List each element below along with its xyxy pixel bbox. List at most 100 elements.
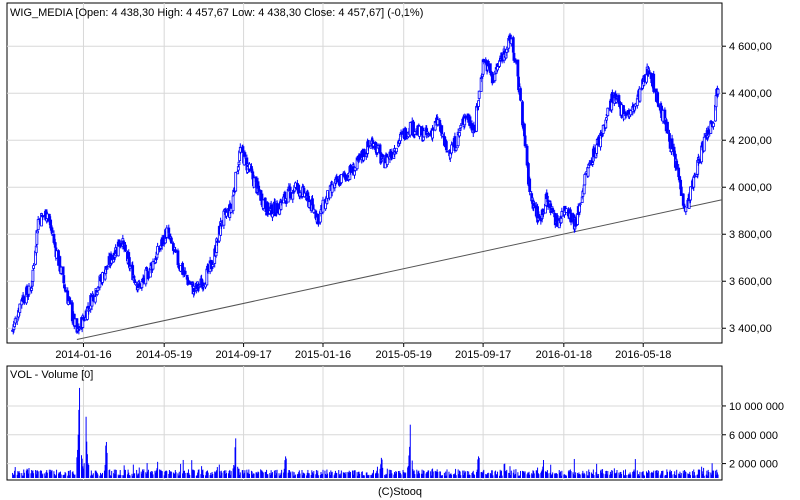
price-candle (559, 217, 563, 224)
price-candle (50, 227, 54, 233)
price-candle (231, 195, 235, 212)
price-candle (702, 136, 706, 152)
x-tick-label: 2016-05-18 (615, 349, 671, 361)
price-candle (87, 309, 91, 312)
price-candle (133, 279, 137, 284)
footer-credit: (C)Stooq (378, 486, 422, 498)
price-candle (62, 275, 66, 284)
price-candle (635, 98, 639, 106)
price-candle (243, 152, 247, 157)
price-candle (666, 121, 669, 134)
price-candle (550, 206, 554, 209)
price-candle (339, 174, 343, 184)
price-candle (605, 117, 608, 121)
price-candle (716, 88, 720, 95)
price-candle (638, 88, 642, 102)
price-candle (519, 88, 522, 101)
price-candle (521, 101, 524, 126)
x-tick-label: 2014-09-17 (215, 349, 271, 361)
price-candle (183, 270, 187, 275)
price-candle (254, 176, 258, 183)
volume-y-tick-label: 10 000 000 (729, 401, 784, 413)
x-tick-label: 2015-05-19 (376, 349, 432, 361)
price-candle (684, 206, 688, 213)
price-candle (394, 152, 398, 155)
volume-chart-title: VOL - Volume [0] (10, 369, 93, 381)
price-candle (477, 90, 481, 99)
price-candle (61, 266, 65, 275)
price-candle (477, 100, 480, 107)
price-chart-title: WIG_MEDIA [Open: 4 438,30 High: 4 457,67… (10, 7, 423, 19)
price-candle (185, 274, 189, 280)
price-candle (427, 134, 431, 137)
chart-canvas: WIG_MEDIA [Open: 4 438,30 High: 4 457,67… (6, 2, 784, 498)
price-candle (582, 184, 586, 195)
price-candle (441, 133, 444, 137)
price-candle (93, 296, 97, 303)
price-candle (241, 146, 245, 154)
price-candle (714, 95, 718, 108)
price-candle (32, 265, 35, 269)
price-candle (516, 59, 520, 77)
price-candle (586, 166, 590, 177)
price-candle (480, 77, 484, 79)
price-candle (176, 250, 180, 266)
price-candle (105, 267, 109, 270)
price-candle (132, 275, 136, 279)
price-candle (297, 185, 301, 191)
price-candle (689, 186, 692, 201)
price-candle (96, 287, 100, 291)
price-candle (583, 174, 587, 186)
price-candle (211, 264, 215, 268)
price-candle (458, 132, 461, 137)
volume-y-tick-label: 6 000 000 (729, 430, 778, 442)
price-candle (68, 297, 72, 301)
price-candle (493, 73, 497, 82)
price-y-tick-label: 4 000,00 (729, 182, 772, 194)
price-candle (576, 213, 579, 225)
price-candle (551, 208, 555, 213)
price-panel-frame (6, 2, 723, 344)
price-candle (528, 178, 532, 193)
price-candle (18, 303, 22, 313)
price-candle (652, 73, 656, 92)
price-y-tick-label: 3 400,00 (729, 323, 772, 335)
volume-y-tick-label: 2 000 000 (729, 459, 778, 471)
price-candle (523, 135, 527, 147)
price-y-tick-label: 4 600,00 (729, 41, 772, 53)
price-candle (288, 186, 292, 191)
price-candle (234, 171, 238, 192)
price-candle (444, 141, 448, 151)
x-axis: 2014-01-16 2014-05-19 2014-09-17 2015-01-16… (55, 343, 671, 361)
price-candle (498, 60, 501, 67)
price-candle (677, 167, 681, 178)
price-candle (595, 144, 599, 154)
price-candle (197, 285, 201, 288)
x-tick-label: 2016-01-18 (536, 349, 592, 361)
price-candle (578, 203, 582, 206)
price-candle (31, 269, 35, 282)
volume-y-axis: 10 000 000 6 000 000 2 000 000 (722, 401, 784, 471)
price-candle (136, 287, 140, 291)
price-candle (344, 174, 348, 180)
price-y-tick-label: 4 200,00 (729, 135, 772, 147)
price-candle (156, 245, 160, 255)
price-candle (505, 48, 509, 53)
price-candle (488, 63, 492, 73)
x-tick-label: 2014-05-19 (136, 349, 192, 361)
price-candle (712, 122, 715, 127)
price-candle (707, 133, 711, 137)
price-y-tick-label: 3 600,00 (729, 276, 772, 288)
price-candle (137, 283, 141, 287)
price-candle (438, 119, 442, 126)
price-candle (271, 213, 274, 218)
x-tick-label: 2015-09-17 (455, 349, 511, 361)
x-tick-label: 2014-01-16 (55, 349, 111, 361)
price-candle (546, 195, 549, 199)
price-candle (395, 147, 398, 153)
price-candle (381, 154, 385, 158)
price-candle (36, 230, 39, 234)
price-y-axis: 4 600,00 4 400,00 4 200,00 4 000,00 3 800,00… (722, 41, 772, 335)
price-candle (448, 153, 452, 159)
price-candle (454, 147, 458, 151)
